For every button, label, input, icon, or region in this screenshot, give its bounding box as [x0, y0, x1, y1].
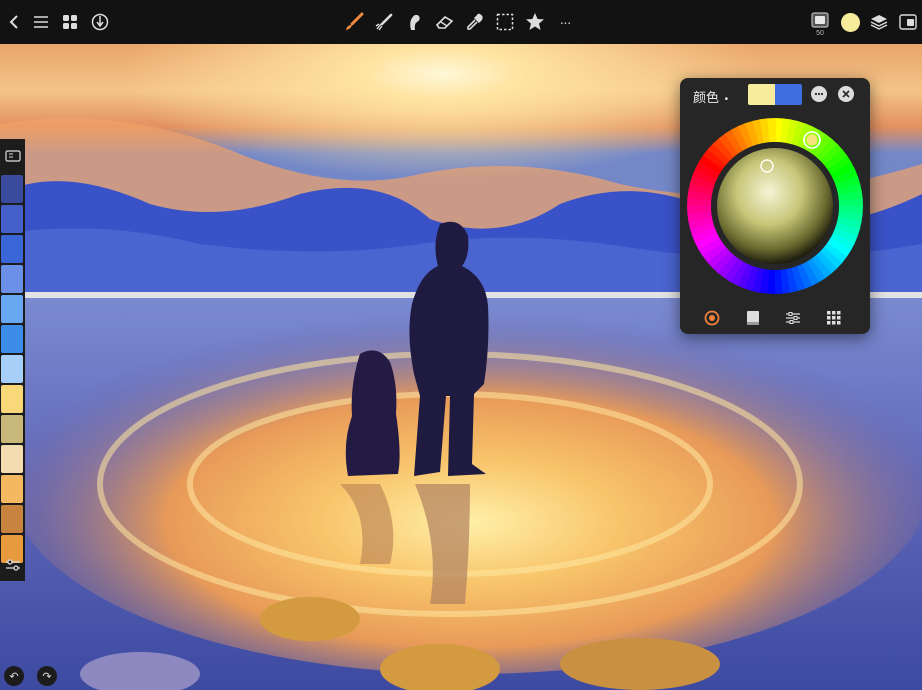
tab-palettes[interactable] [824, 308, 844, 328]
palette-toggle-icon[interactable] [0, 139, 25, 173]
back-icon[interactable] [0, 8, 28, 36]
brush-icon[interactable] [340, 8, 368, 36]
palette-swatch[interactable] [1, 385, 23, 413]
undo-button[interactable]: ↶ [4, 666, 24, 686]
liquify-icon[interactable] [400, 8, 428, 36]
secondary-color-swatch[interactable] [775, 84, 802, 105]
palette-swatch[interactable] [1, 355, 23, 383]
current-color-button[interactable] [836, 8, 864, 36]
actions-icon[interactable] [86, 8, 114, 36]
tab-value[interactable] [783, 308, 803, 328]
color-panel-title-dot: • [724, 94, 729, 105]
tab-classic[interactable] [743, 308, 763, 328]
palette-swatch[interactable] [1, 295, 23, 323]
redo-button[interactable]: ↷ [37, 666, 57, 686]
color-panel-more-icon[interactable] [811, 86, 827, 102]
color-panel-title: 颜色 • [693, 87, 728, 106]
sidebar-settings-icon[interactable] [0, 549, 25, 581]
color-disc[interactable] [687, 118, 863, 299]
palette-swatch[interactable] [1, 505, 23, 533]
more-icon[interactable]: ··· [551, 8, 579, 36]
palette-swatch[interactable] [1, 235, 23, 263]
favorites-icon[interactable] [521, 8, 549, 36]
menu-icon[interactable] [27, 8, 55, 36]
hue-marker-fill [806, 134, 818, 146]
primary-color-swatch[interactable] [748, 84, 775, 105]
gallery-icon[interactable] [56, 8, 84, 36]
eyedropper-icon[interactable] [461, 8, 489, 36]
brush-size-value: 50 [816, 30, 824, 37]
layers-icon[interactable] [865, 8, 893, 36]
selection-icon[interactable] [491, 8, 519, 36]
palette-swatch[interactable] [1, 475, 23, 503]
palette-swatch[interactable] [1, 175, 23, 203]
palette-swatch[interactable] [1, 205, 23, 233]
reference-window-icon[interactable] [894, 8, 922, 36]
palette-swatch[interactable] [1, 265, 23, 293]
palette-swatch[interactable] [1, 415, 23, 443]
eraser-icon[interactable] [431, 8, 459, 36]
top-toolbar: ··· 50 [0, 0, 922, 44]
palette-swatch[interactable] [1, 325, 23, 353]
current-color-swatch [840, 12, 860, 32]
smudge-icon[interactable] [370, 8, 398, 36]
color-panel-title-text: 颜色 [693, 90, 720, 105]
color-panel: 颜色 • [680, 78, 870, 334]
tab-disc[interactable] [702, 308, 722, 328]
palette-swatch[interactable] [1, 445, 23, 473]
left-sidebar [0, 139, 25, 581]
color-panel-close-icon[interactable] [838, 86, 854, 102]
color-mode-tabs [680, 308, 870, 328]
